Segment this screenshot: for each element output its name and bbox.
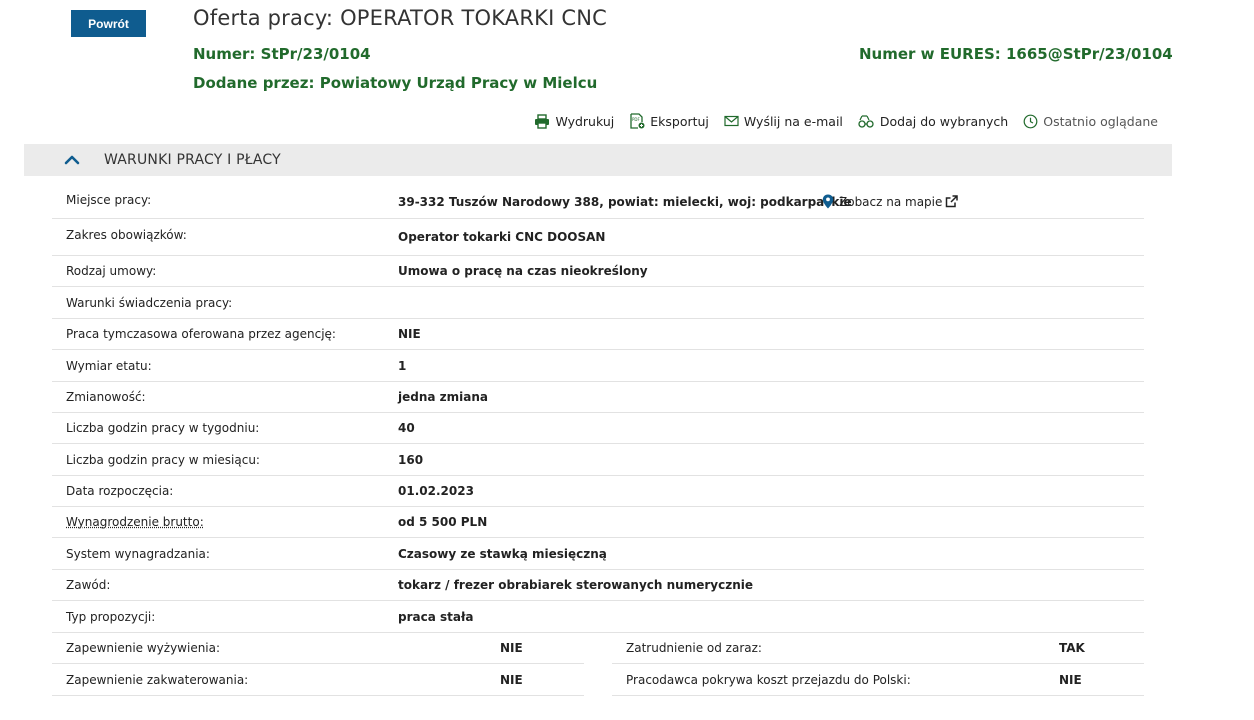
table-row: Data rozpoczęcia: 01.02.2023 <box>52 476 1144 507</box>
eures-number-label: Numer w EURES: <box>859 45 1001 63</box>
table-row: Zakres obowiązków: Operator tokarki CNC … <box>52 219 1144 256</box>
row-value: 1 <box>398 358 407 373</box>
row-value: NIE <box>500 672 523 687</box>
external-link-icon <box>946 195 959 208</box>
table-row: Zatrudnienie od zaraz: TAK <box>612 633 1144 664</box>
row-label: Miejsce pracy: <box>66 192 152 207</box>
recently-viewed-label: Ostatnio oglądane <box>1043 113 1158 129</box>
row-label: Data rozpoczęcia: <box>66 484 174 498</box>
table-row: Zapewnienie zakwaterowania: NIE <box>52 664 584 696</box>
row-value: NIE <box>1059 672 1082 687</box>
row-value: praca stała <box>398 609 474 624</box>
row-label: Zatrudnienie od zaraz: <box>626 641 762 655</box>
back-button[interactable]: Powrót <box>71 10 146 37</box>
table-row: Wynagrodzenie brutto: od 5 500 PLN <box>52 507 1144 538</box>
row-value: tokarz / frezer obrabiarek sterowanych n… <box>398 578 753 592</box>
row-label: Pracodawca pokrywa koszt przejazdu do Po… <box>626 672 911 687</box>
offer-number-value: StPr/23/0104 <box>260 45 371 63</box>
chevron-up-icon <box>64 152 80 168</box>
action-bar: Wydrukuj PDF Eksportuj Wyślij na e-mail … <box>519 113 1158 129</box>
table-row: Miejsce pracy: 39-332 Tuszów Narodowy 38… <box>52 185 1144 219</box>
table-row: System wynagradzania: Czasowy ze stawką … <box>52 538 1144 570</box>
row-label: Zawód: <box>66 578 111 592</box>
row-value: NIE <box>398 327 421 341</box>
table-row: Warunki świadczenia pracy: <box>52 287 1144 319</box>
row-value: NIE <box>500 641 523 655</box>
work-conditions-table: Miejsce pracy: 39-332 Tuszów Narodowy 38… <box>52 185 1144 696</box>
pdf-export-icon: PDF <box>630 113 645 129</box>
email-button[interactable]: Wyślij na e-mail <box>724 113 843 129</box>
row-value: Czasowy ze stawką miesięczną <box>398 546 607 561</box>
two-column-rows: Zapewnienie wyżywienia: NIE Zapewnienie … <box>52 633 1144 696</box>
section-toggle-work-conditions[interactable]: WARUNKI PRACY I PŁACY <box>24 144 1172 176</box>
add-favorite-label: Dodaj do wybranych <box>879 113 1009 129</box>
row-label: Liczba godzin pracy w miesiącu: <box>66 452 260 467</box>
row-value: Operator tokarki CNC DOOSAN <box>398 230 606 244</box>
row-value: od 5 500 PLN <box>398 515 488 529</box>
row-value: TAK <box>1059 641 1085 655</box>
table-row: Wymiar etatu: 1 <box>52 350 1144 382</box>
row-label: Zmianowość: <box>66 390 146 404</box>
table-row: Liczba godzin pracy w miesiącu: 160 <box>52 444 1144 476</box>
row-label: Typ propozycji: <box>66 609 156 624</box>
row-value: 40 <box>398 421 415 435</box>
section-title: WARUNKI PRACY I PŁACY <box>104 152 281 168</box>
table-row: Praca tymczasowa oferowana przez agencję… <box>52 319 1144 350</box>
table-row: Pracodawca pokrywa koszt przejazdu do Po… <box>612 664 1144 696</box>
right-column: Zatrudnienie od zaraz: TAK Pracodawca po… <box>612 633 1144 696</box>
row-value: Umowa o pracę na czas nieokreślony <box>398 264 648 278</box>
export-label: Eksportuj <box>650 113 709 129</box>
envelope-icon <box>724 115 739 127</box>
svg-text:PDF: PDF <box>632 117 640 122</box>
page-title: Oferta pracy: OPERATOR TOKARKI CNC <box>193 6 608 30</box>
favorite-add-icon <box>858 114 874 128</box>
row-label: Warunki świadczenia pracy: <box>66 295 233 310</box>
added-by-label: Dodane przez: <box>193 74 315 92</box>
table-row: Zmianowość: jedna zmiana <box>52 382 1144 413</box>
eures-number-value: 1665@StPr/23/0104 <box>1006 45 1173 63</box>
row-label: Zakres obowiązków: <box>66 228 187 242</box>
left-column: Zapewnienie wyżywienia: NIE Zapewnienie … <box>52 633 584 696</box>
row-label[interactable]: Wynagrodzenie brutto: <box>52 515 398 529</box>
recently-viewed-button[interactable]: Ostatnio oglądane <box>1023 113 1158 129</box>
table-row: Zawód: tokarz / frezer obrabiarek sterow… <box>52 570 1144 601</box>
row-label: Zapewnienie wyżywienia: <box>66 641 221 655</box>
row-value: 160 <box>398 452 424 467</box>
map-link-label: Zobacz na mapie <box>839 194 943 209</box>
table-row: Liczba godzin pracy w tygodniu: 40 <box>52 413 1144 444</box>
offer-number-label: Numer: <box>193 45 256 63</box>
table-row: Rodzaj umowy: Umowa o pracę na czas nieo… <box>52 256 1144 287</box>
row-label: Zapewnienie zakwaterowania: <box>66 672 249 687</box>
print-label: Wydrukuj <box>555 113 615 129</box>
row-label: Praca tymczasowa oferowana przez agencję… <box>66 327 336 341</box>
salary-tooltip-label: Wynagrodzenie brutto: <box>66 515 204 529</box>
export-button[interactable]: PDF Eksportuj <box>629 113 709 129</box>
printer-icon <box>535 113 550 129</box>
eures-number: Numer w EURES: 1665@StPr/23/0104 <box>859 45 1173 63</box>
row-value: jedna zmiana <box>398 390 488 404</box>
row-value: 39-332 Tuszów Narodowy 388, powiat: miel… <box>398 194 852 209</box>
map-link[interactable]: Zobacz na mapie <box>822 194 959 209</box>
row-label: System wynagradzania: <box>66 546 210 561</box>
print-button[interactable]: Wydrukuj <box>534 113 614 129</box>
table-row: Zapewnienie wyżywienia: NIE <box>52 633 584 664</box>
added-by-value: Powiatowy Urząd Pracy w Mielcu <box>319 74 598 92</box>
map-pin-icon <box>822 194 834 209</box>
row-label: Rodzaj umowy: <box>66 264 157 278</box>
row-label: Liczba godzin pracy w tygodniu: <box>66 421 260 435</box>
row-label: Wymiar etatu: <box>66 358 152 373</box>
add-favorite-button[interactable]: Dodaj do wybranych <box>858 113 1008 129</box>
clock-icon <box>1023 114 1038 128</box>
table-row: Typ propozycji: praca stała <box>52 601 1144 633</box>
email-label: Wyślij na e-mail <box>743 113 843 129</box>
offer-number: Numer: StPr/23/0104 <box>193 45 371 63</box>
row-value: 01.02.2023 <box>398 484 474 498</box>
added-by: Dodane przez: Powiatowy Urząd Pracy w Mi… <box>193 74 597 92</box>
